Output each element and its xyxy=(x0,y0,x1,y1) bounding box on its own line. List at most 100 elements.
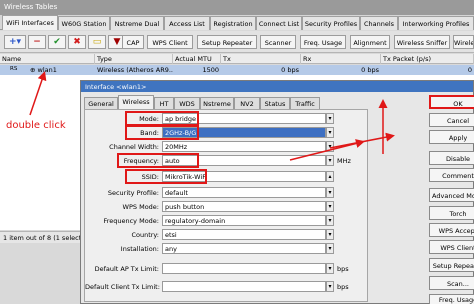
comment-button[interactable]: ▭ xyxy=(88,35,106,49)
scanner-button[interactable]: Scanner xyxy=(260,35,296,49)
column-tx-packet[interactable]: Tx Packet (p/s) xyxy=(381,54,474,64)
tab-nstreme-dual[interactable]: Nstreme Dual xyxy=(110,16,164,30)
mode-dropdown-icon[interactable]: ▾ xyxy=(326,113,334,124)
tab-wifi-interfaces[interactable]: WiFi Interfaces xyxy=(2,15,58,30)
default-ap-tx-limit-input[interactable] xyxy=(162,263,326,274)
alignment-button[interactable]: Alignment xyxy=(350,35,390,49)
disable-button-dialog[interactable]: Disable xyxy=(429,151,474,165)
tab-access-list[interactable]: Access List xyxy=(164,16,210,30)
default-client-tx-limit-label: Default Client Tx Limit: xyxy=(85,283,160,291)
column-rx[interactable]: Rx xyxy=(301,54,381,64)
wireless-interface-icon: ⊕ xyxy=(30,66,38,74)
disable-button[interactable]: ✖ xyxy=(68,35,86,49)
default-client-tx-limit-input[interactable] xyxy=(162,281,326,292)
plus-icon: +▾ xyxy=(8,37,22,47)
frequency-unit: MHz xyxy=(337,157,351,165)
wps-client-button[interactable]: WPS Client xyxy=(147,35,193,49)
wireless-button[interactable]: Wireless xyxy=(453,35,474,49)
advanced-mode-button[interactable]: Advanced Mode xyxy=(429,188,474,202)
column-tx[interactable]: Tx xyxy=(221,54,301,64)
wps-mode-select[interactable]: push button xyxy=(162,201,326,212)
frequency-dropdown-icon[interactable]: ▾ xyxy=(326,155,334,166)
tab-channels[interactable]: Channels xyxy=(360,16,398,30)
wireless-sniffer-button[interactable]: Wireless Sniffer xyxy=(394,35,450,49)
cancel-button[interactable]: Cancel xyxy=(429,113,474,127)
table-row[interactable]: RS ⊕ wlan1 Wireless (Atheros AR9... 1500… xyxy=(0,65,474,75)
security-profile-dropdown-icon[interactable]: ▾ xyxy=(326,187,334,198)
band-dropdown-icon[interactable]: ▾ xyxy=(326,127,334,138)
wps-mode-dropdown-icon[interactable]: ▾ xyxy=(326,201,334,212)
row-name-text: wlan1 xyxy=(37,66,57,74)
interface-dialog: Interface <wlan1> General Wireless HT WD… xyxy=(80,80,474,304)
double-click-annotation: double click xyxy=(6,120,66,131)
dialog-tab-status[interactable]: Status xyxy=(260,97,290,109)
minus-icon: − xyxy=(33,37,41,47)
ok-button[interactable]: OK xyxy=(429,95,474,109)
tab-bar: WiFi Interfaces W60G Station Nstreme Dua… xyxy=(0,15,474,30)
status-bar: 1 item out of 8 (1 selected) xyxy=(0,231,80,243)
column-name[interactable]: Name xyxy=(0,54,95,64)
ssid-highlight xyxy=(125,169,207,184)
freq-usage-button[interactable]: Freq. Usage xyxy=(300,35,346,49)
dialog-tab-wireless[interactable]: Wireless xyxy=(118,95,154,109)
column-actual-mtu[interactable]: Actual MTU xyxy=(173,54,221,64)
add-button[interactable]: +▾ xyxy=(4,35,26,49)
row-type: Wireless (Atheros AR9... xyxy=(97,66,173,74)
row-tx: 0 bps xyxy=(281,66,299,74)
dialog-title: Interface <wlan1> xyxy=(81,81,473,92)
tab-registration[interactable]: Registration xyxy=(210,16,256,30)
tab-interworking-profiles[interactable]: Interworking Profiles xyxy=(398,16,474,30)
dialog-tab-nstreme[interactable]: Nstreme xyxy=(200,97,234,109)
row-name: ⊕ wlan1 xyxy=(28,65,94,75)
country-label: Country: xyxy=(131,231,159,239)
country-select[interactable]: etsi xyxy=(162,229,326,240)
apply-button[interactable]: Apply xyxy=(429,130,474,144)
setup-repeater-button[interactable]: Setup Repeater xyxy=(197,35,257,49)
channel-width-select[interactable]: 20MHz xyxy=(162,141,326,152)
dialog-tab-nv2[interactable]: NV2 xyxy=(234,97,260,109)
channel-width-dropdown-icon[interactable]: ▾ xyxy=(326,141,334,152)
mode-highlight xyxy=(125,111,199,126)
tab-security-profiles[interactable]: Security Profiles xyxy=(302,16,360,30)
dialog-tab-ht[interactable]: HT xyxy=(154,97,174,109)
window-title: Wireless Tables xyxy=(0,0,474,15)
scan-button[interactable]: Scan... xyxy=(429,276,474,290)
wireless-settings-panel: Mode: ap bridge ▾ Band: 2GHz-B/G ▾ Chann… xyxy=(84,109,368,302)
frequency-mode-select[interactable]: regulatory-domain xyxy=(162,215,326,226)
row-mtu: 1500 xyxy=(202,66,219,74)
default-ap-tx-limit-dropdown-icon[interactable]: ▾ xyxy=(326,263,334,274)
cap-button[interactable]: CAP xyxy=(122,35,144,49)
security-profile-label: Security Profile: xyxy=(107,189,159,197)
default-ap-tx-limit-label: Default AP Tx Limit: xyxy=(94,265,159,273)
x-icon: ✖ xyxy=(73,37,81,47)
table-header: Name Type Actual MTU Tx Rx Tx Packet (p/… xyxy=(0,54,474,64)
default-client-tx-limit-unit: bps xyxy=(337,283,349,291)
dialog-tab-traffic[interactable]: Traffic xyxy=(290,97,320,109)
security-profile-select[interactable]: default xyxy=(162,187,326,198)
enable-button[interactable]: ✔ xyxy=(48,35,66,49)
remove-button[interactable]: − xyxy=(28,35,46,49)
dialog-tab-wds[interactable]: WDS xyxy=(174,97,200,109)
tab-w60g-station[interactable]: W60G Station xyxy=(58,16,110,30)
installation-dropdown-icon[interactable]: ▾ xyxy=(326,243,334,254)
tab-connect-list[interactable]: Connect List xyxy=(256,16,302,30)
ssid-dropdown-icon[interactable]: ▴ xyxy=(326,171,334,182)
comment-icon: ▭ xyxy=(92,37,102,47)
freq-usage-button-dialog[interactable]: Freq. Usage xyxy=(429,294,474,304)
torch-button[interactable]: Torch xyxy=(429,206,474,220)
installation-select[interactable]: any xyxy=(162,243,326,254)
row-rx: 0 bps xyxy=(361,66,379,74)
default-ap-tx-limit-unit: bps xyxy=(337,265,349,273)
setup-repeater-button-dialog[interactable]: Setup Repeater xyxy=(429,258,474,272)
dialog-tabs: General Wireless HT WDS Nstreme NV2 Stat… xyxy=(84,95,374,109)
frequency-mode-dropdown-icon[interactable]: ▾ xyxy=(326,215,334,226)
wps-accept-button[interactable]: WPS Accept xyxy=(429,223,474,237)
country-dropdown-icon[interactable]: ▾ xyxy=(326,229,334,240)
dialog-tab-general[interactable]: General xyxy=(84,97,118,109)
default-client-tx-limit-dropdown-icon[interactable]: ▾ xyxy=(326,281,334,292)
wps-client-button-dialog[interactable]: WPS Client xyxy=(429,240,474,254)
installation-label: Installation: xyxy=(120,245,159,253)
column-type[interactable]: Type xyxy=(95,54,173,64)
comment-button-dialog[interactable]: Comment xyxy=(429,168,474,182)
check-icon: ✔ xyxy=(53,37,61,47)
